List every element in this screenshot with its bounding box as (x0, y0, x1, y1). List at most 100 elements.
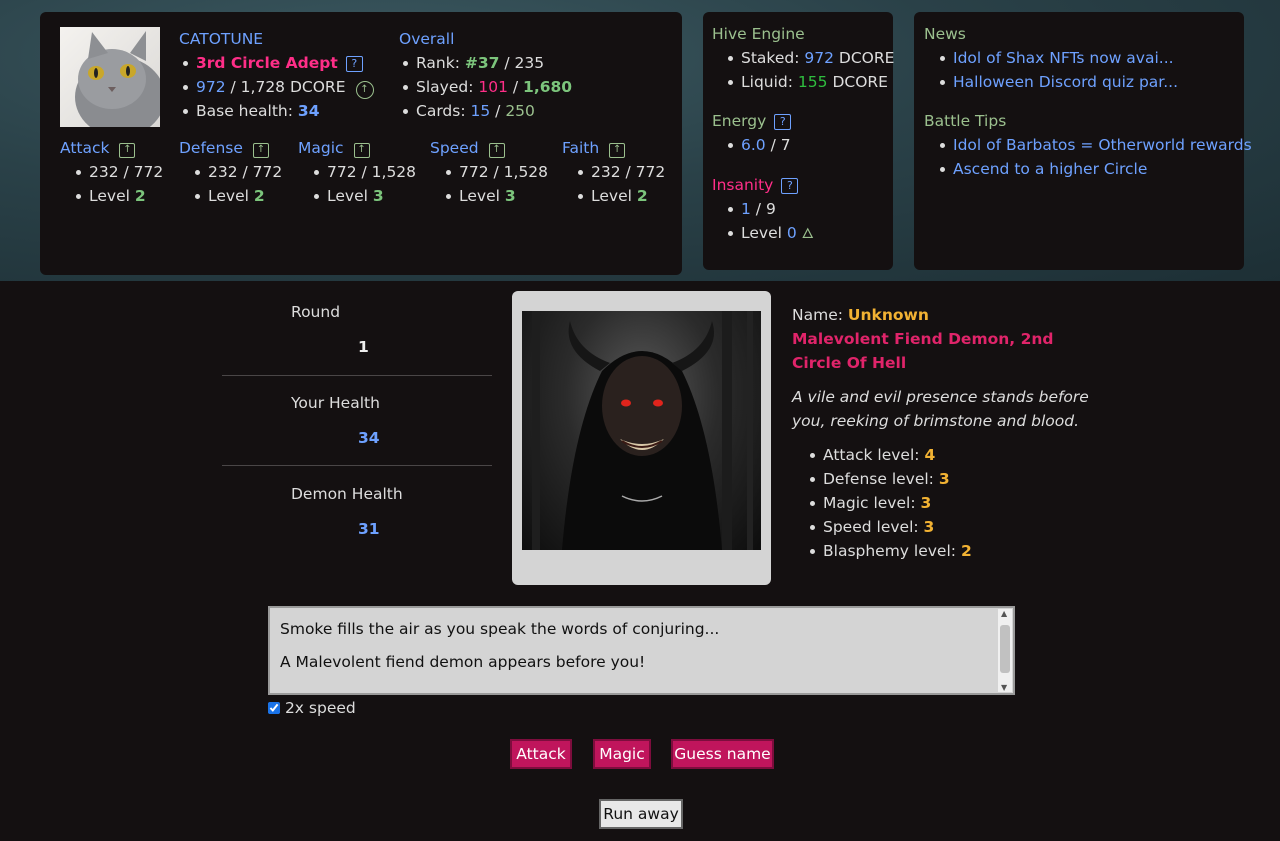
news-link[interactable]: Halloween Discord quiz par... (953, 73, 1178, 91)
arrow-up-icon[interactable]: ↑ (488, 143, 505, 158)
staked-value: 972 (804, 49, 834, 67)
tip-link[interactable]: Ascend to a higher Circle (953, 160, 1147, 178)
arrow-up-icon[interactable]: ↑ (609, 143, 626, 158)
stat-name: Attack (60, 139, 110, 157)
run-away-button[interactable]: Run away (599, 799, 683, 829)
slayed-total: 1,680 (523, 78, 573, 96)
stat-faith: Faith ↑ 232 / 772 Level 2 (562, 138, 665, 208)
round-label: Round (291, 303, 341, 321)
arrow-up-icon[interactable]: ↑ (119, 143, 136, 158)
demon-card (512, 291, 771, 585)
arrow-up-icon[interactable]: ↑ (353, 143, 370, 158)
demon-health-value: 31 (358, 520, 380, 538)
demon-level-value: 4 (924, 446, 936, 464)
demon-name-label: Name: (792, 306, 843, 324)
attack-button[interactable]: Attack (510, 739, 572, 769)
cat-avatar-image (75, 31, 160, 127)
insanity-help-icon[interactable]: ? (781, 178, 799, 194)
speed-label[interactable]: 2x speed (285, 699, 356, 717)
speed-checkbox[interactable] (268, 702, 280, 714)
stat-value: 772 / 1,528 (310, 160, 416, 184)
scroll-down-icon[interactable]: ▼ (1001, 683, 1007, 692)
stat-name: Magic (298, 139, 344, 157)
player-title[interactable]: 3rd Circle Adept (196, 54, 338, 72)
energy-help-icon[interactable]: ? (774, 114, 792, 130)
level-value: 3 (372, 187, 384, 205)
divider (222, 465, 492, 466)
stat-speed: Speed ↑ 772 / 1,528 Level 3 (430, 138, 548, 208)
demon-description-line1: A vile and evil presence stands before (792, 388, 1089, 406)
demon-name-value: Unknown (847, 306, 929, 324)
round-value: 1 (358, 338, 369, 356)
insanity-level-label: Level (741, 224, 782, 242)
news-heading: News (924, 25, 966, 43)
insanity-level-value: 0 (786, 224, 797, 242)
log-line: Smoke fills the air as you speak the wor… (280, 620, 720, 638)
arrow-up-icon[interactable]: ↑ (252, 143, 269, 158)
guess-name-button[interactable]: Guess name (671, 739, 774, 769)
level-value: 2 (253, 187, 265, 205)
stat-value: 232 / 772 (72, 160, 163, 184)
level-label: Level (591, 187, 632, 205)
liquid-unit: DCORE (832, 73, 888, 91)
staked-unit: DCORE (838, 49, 895, 67)
demon-type-line2: Circle Of Hell (792, 354, 907, 372)
title-help-icon[interactable]: ? (345, 56, 363, 72)
stat-name: Defense (179, 139, 243, 157)
demon-description-line2: you, reeking of brimstone and blood. (792, 412, 1080, 430)
base-health-label: Base health: (196, 102, 293, 120)
stat-value: 232 / 772 (191, 160, 282, 184)
arrow-up-circle-icon[interactable]: ↑ (355, 81, 374, 99)
demon-level-label: Blasphemy level: (823, 542, 956, 560)
hive-heading: Hive Engine (712, 25, 805, 43)
stat-attack: Attack ↑ 232 / 772 Level 2 (60, 138, 163, 208)
base-health-value: 34 (297, 102, 320, 120)
cards-value: 15 (470, 102, 491, 120)
divider (222, 375, 492, 376)
rank-label: Rank: (416, 54, 460, 72)
battle-log[interactable]: Smoke fills the air as you speak the wor… (268, 606, 1015, 695)
liquid-label: Liquid: (741, 73, 793, 91)
energy-max: 7 (780, 136, 791, 154)
rank-value: #37 (464, 54, 500, 72)
level-value: 2 (636, 187, 648, 205)
cards-label: Cards: (416, 102, 466, 120)
stat-defense: Defense ↑ 232 / 772 Level 2 (179, 138, 282, 208)
player-panel: CATOTUNE 3rd Circle Adept? 972 / 1,728 D… (40, 12, 682, 275)
tip-link[interactable]: Idol of Barbatos = Otherworld rewards (953, 136, 1252, 154)
insanity-heading: Insanity (712, 176, 774, 194)
flame-icon: 🜂 (801, 226, 814, 242)
stat-value: 232 / 772 (574, 160, 665, 184)
demon-portrait (532, 311, 753, 550)
demon-level-value: 3 (923, 518, 935, 536)
insanity-max: 9 (765, 200, 776, 218)
hive-engine-panel: Hive Engine Staked: 972 DCORE Liquid: 15… (703, 12, 895, 270)
demon-level-value: 3 (920, 494, 932, 512)
insanity-value: 1 (741, 200, 751, 218)
level-value: 3 (504, 187, 516, 205)
demon-level-value: 2 (960, 542, 972, 560)
news-link[interactable]: Idol of Shax NFTs now avai... (953, 49, 1174, 67)
demon-level-label: Speed level: (823, 518, 919, 536)
log-line: A Malevolent fiend demon appears before … (280, 653, 646, 671)
log-scrollbar[interactable]: ▲ ▼ (998, 609, 1012, 692)
demon-image (522, 311, 761, 550)
battle-tips-heading: Battle Tips (924, 112, 1007, 130)
demon-level-label: Magic level: (823, 494, 916, 512)
magic-button[interactable]: Magic (593, 739, 651, 769)
player-name: CATOTUNE (179, 30, 264, 48)
speed-option: 2x speed (268, 698, 356, 718)
staked-label: Staked: (741, 49, 800, 67)
demon-type-line1: Malevolent Fiend Demon, 2nd (792, 330, 1054, 348)
demon-level-label: Defense level: (823, 470, 934, 488)
demon-level-value: 3 (938, 470, 950, 488)
level-label: Level (208, 187, 249, 205)
scrollbar-thumb[interactable] (1000, 625, 1010, 673)
scroll-up-icon[interactable]: ▲ (1001, 609, 1007, 618)
your-health-value: 34 (358, 429, 380, 447)
overall-heading: Overall (399, 30, 455, 48)
stat-value: 772 / 1,528 (442, 160, 548, 184)
stat-magic: Magic ↑ 772 / 1,528 Level 3 (298, 138, 416, 208)
dcore-total: 1,728 DCORE (240, 78, 346, 96)
energy-heading: Energy (712, 112, 767, 130)
